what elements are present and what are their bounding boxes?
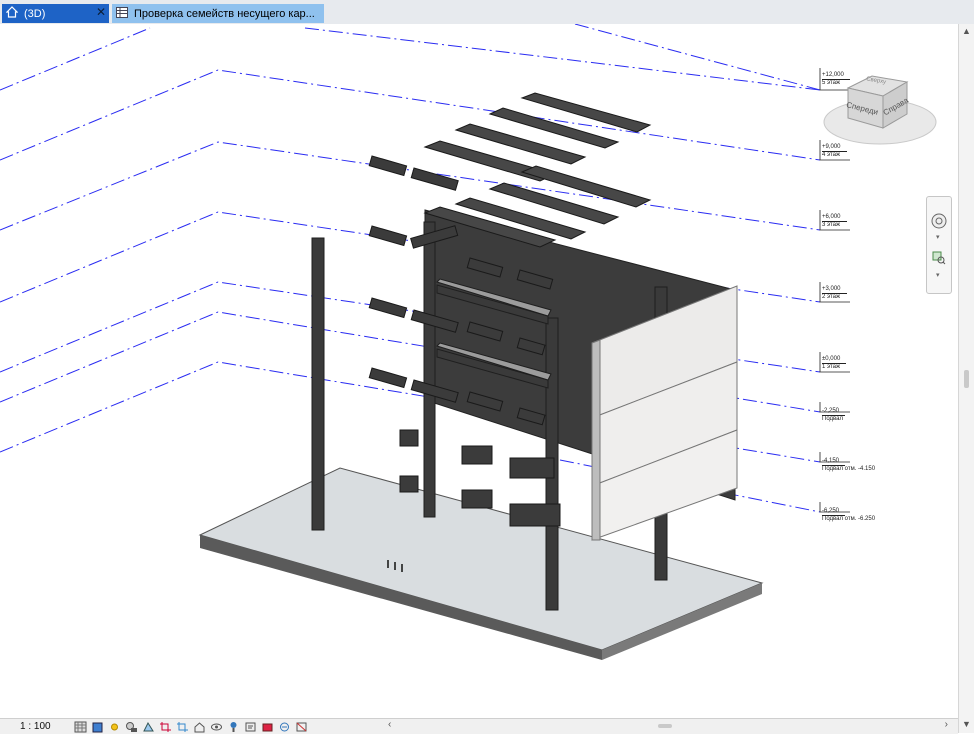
navigation-bar: ▾ ▾ (926, 196, 952, 294)
detail-level-icon[interactable] (74, 720, 87, 733)
crop-view-icon[interactable] (159, 720, 172, 732)
highlight-icon[interactable] (278, 720, 291, 732)
level-elevation: ±0,000 (822, 356, 847, 364)
scroll-left-icon[interactable]: ‹ (388, 719, 391, 730)
reveal-hidden-icon[interactable] (227, 720, 240, 732)
visual-style-icon[interactable] (91, 720, 104, 733)
home-icon (5, 6, 19, 21)
sun-path-icon[interactable] (108, 720, 121, 732)
level-elevation: +12,000 (822, 72, 850, 80)
tab-label: Проверка семейств несущего кар... (134, 7, 315, 20)
chevron-down-icon[interactable]: ▾ (936, 271, 940, 279)
level-name: 3 этаж (822, 222, 840, 228)
level-tag[interactable]: ±0,000 1 этаж (822, 356, 847, 371)
level-line (574, 24, 821, 91)
constraints-icon[interactable] (295, 720, 308, 732)
level-tag[interactable]: -2,250 Подвал (822, 408, 846, 423)
rendering-icon[interactable] (142, 720, 155, 732)
level-line (0, 69, 821, 161)
level-elevation: -6,250 (822, 508, 846, 516)
hide-isolate-icon[interactable] (210, 720, 223, 732)
zoom-icon[interactable] (932, 251, 946, 270)
scroll-down-icon[interactable]: ▼ (962, 719, 971, 729)
scrollbar-thumb[interactable] (964, 370, 969, 388)
view-control-bar: 1 : 100 ‹ › (0, 718, 958, 734)
level-line (0, 27, 151, 91)
level-tag[interactable]: -4,150 Подвал отм. -4.150 (822, 458, 875, 473)
level-tag[interactable]: +6,000 3 этаж (822, 214, 847, 229)
vertical-scrollbar[interactable]: ▲ ▼ (958, 24, 974, 733)
horizontal-scrollbar[interactable]: ‹ › (388, 719, 948, 731)
level-elevation: +9,000 (822, 144, 847, 152)
3d-viewport[interactable]: +12,000 5 этаж +9,000 4 этаж +6,000 3 этаж … (0, 24, 958, 718)
level-elevation: +3,000 (822, 286, 847, 294)
level-tag[interactable]: -6,250 Подвал отм. -6.250 (822, 508, 875, 523)
level-name: Подвал отм. -4.150 (822, 466, 876, 472)
view-scale[interactable]: 1 : 100 (20, 721, 51, 732)
level-name: 5 этаж (822, 80, 840, 86)
level-name: Подвал отм. -6.250 (822, 516, 876, 522)
view-controls (74, 720, 308, 733)
level-name: Подвал (822, 416, 843, 422)
close-icon[interactable]: ✕ (96, 5, 106, 19)
schedule-icon (116, 6, 128, 21)
scrollbar-thumb[interactable] (658, 724, 672, 728)
level-name: 4 этаж (822, 152, 840, 158)
lock-view-icon[interactable] (193, 720, 206, 733)
tab-schedule-view[interactable]: Проверка семейств несущего кар... (112, 4, 324, 23)
level-name: 2 этаж (822, 294, 840, 300)
column (311, 237, 325, 531)
chevron-down-icon[interactable]: ▾ (936, 233, 940, 241)
scroll-up-icon[interactable]: ▲ (962, 26, 971, 36)
column (423, 221, 436, 518)
view-tab-bar: (3D) ✕ Проверка семейств несущего кар... (0, 0, 974, 25)
temporary-view-icon[interactable] (244, 720, 257, 732)
crop-region-icon[interactable] (176, 720, 189, 732)
steering-wheel-icon[interactable] (931, 213, 947, 234)
level-tag[interactable]: +3,000 2 этаж (822, 286, 847, 301)
analytical-model-icon[interactable] (261, 720, 274, 732)
level-name: 1 этаж (822, 364, 840, 370)
scroll-right-icon[interactable]: › (945, 719, 948, 730)
model-canvas (0, 24, 937, 660)
level-elevation: +6,000 (822, 214, 847, 222)
level-tag[interactable]: +12,000 5 этаж (822, 72, 850, 87)
level-tag[interactable]: +9,000 4 этаж (822, 144, 847, 159)
level-elevation: -2,250 (822, 408, 846, 416)
shadows-icon[interactable] (125, 720, 138, 732)
tab-label: (3D) (24, 7, 46, 20)
level-line (0, 141, 821, 231)
level-line (304, 27, 821, 91)
tab-3d-view[interactable]: (3D) ✕ (2, 4, 109, 23)
level-elevation: -4,150 (822, 458, 846, 466)
